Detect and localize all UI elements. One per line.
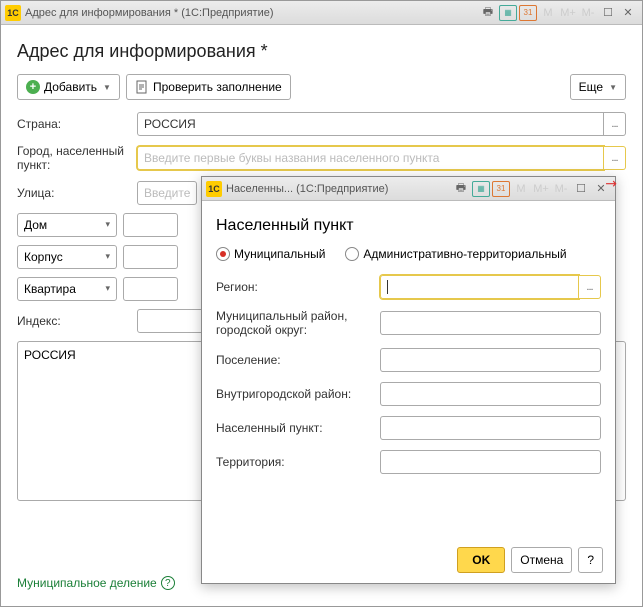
help-button[interactable]: ?: [578, 547, 603, 573]
dialog-titlebar: 1C Населенны... (1С:Предприятие) 🖶 ▦ 31 …: [202, 177, 615, 201]
check-button[interactable]: Проверить заполнение: [126, 74, 291, 100]
main-titlebar: 1C Адрес для информирования * (1С:Предпр…: [1, 1, 642, 25]
chevron-down-icon: ▼: [609, 83, 617, 92]
locality-label: Населенный пункт:: [216, 421, 374, 435]
city-label: Город, населенный пункт:: [17, 144, 129, 173]
m-minus-icon: M-: [579, 5, 597, 21]
more-button[interactable]: Еще ▼: [570, 74, 626, 100]
country-lookup-button[interactable]: ...: [604, 112, 626, 136]
close-icon[interactable]: ✕: [619, 5, 637, 21]
calendar-icon[interactable]: ▦: [472, 181, 490, 197]
maximize-icon[interactable]: ☐: [572, 181, 590, 197]
print-icon[interactable]: 🖶: [479, 5, 497, 21]
korpus-input[interactable]: [123, 245, 178, 269]
mun-district-input[interactable]: [380, 311, 601, 335]
calendar-icon[interactable]: ▦: [499, 5, 517, 21]
index-label: Индекс:: [17, 314, 129, 328]
locality-input[interactable]: [380, 416, 601, 440]
radio-icon: [345, 247, 359, 261]
window-title: Адрес для информирования * (1С:Предприят…: [25, 7, 274, 19]
calendar-31-icon[interactable]: 31: [492, 181, 510, 197]
region-input[interactable]: [380, 275, 579, 299]
street-input[interactable]: [137, 181, 197, 205]
country-label: Страна:: [17, 117, 129, 131]
maximize-icon[interactable]: ☐: [599, 5, 617, 21]
locality-dialog: ↘ 1C Населенны... (1С:Предприятие) 🖶 ▦ 3…: [201, 176, 616, 584]
house-input[interactable]: [123, 213, 178, 237]
add-button[interactable]: + Добавить ▼: [17, 74, 120, 100]
cancel-button[interactable]: Отмена: [511, 547, 572, 573]
plus-icon: +: [26, 80, 40, 94]
page-title: Адрес для информирования *: [17, 41, 626, 62]
index-input[interactable]: [137, 309, 207, 333]
document-check-icon: [135, 80, 149, 94]
m-plus-icon: M+: [532, 181, 550, 197]
radio-icon: [216, 247, 230, 261]
m-plus-icon: M+: [559, 5, 577, 21]
apartment-input[interactable]: [123, 277, 178, 301]
radio-adm-label: Административно-территориальный: [363, 247, 566, 261]
territory-label: Территория:: [216, 455, 374, 469]
territory-input[interactable]: [380, 450, 601, 474]
close-icon[interactable]: ✕: [592, 181, 610, 197]
municipal-link[interactable]: Муниципальное деление ?: [17, 576, 175, 590]
add-button-label: Добавить: [44, 80, 97, 94]
help-icon: ?: [161, 576, 175, 590]
app-icon: 1C: [5, 5, 21, 21]
radio-adm[interactable]: Административно-территориальный: [345, 247, 566, 261]
intracity-label: Внутригородской район:: [216, 387, 374, 401]
region-lookup-button[interactable]: ...: [579, 275, 601, 299]
toolbar: + Добавить ▼ Проверить заполнение Еще ▼: [17, 74, 626, 100]
region-label: Регион:: [216, 280, 374, 294]
municipal-link-label: Муниципальное деление: [17, 576, 157, 590]
m-icon: M: [539, 5, 557, 21]
main-window: 1C Адрес для информирования * (1С:Предпр…: [0, 0, 643, 607]
app-icon: 1C: [206, 181, 222, 197]
korpus-type-select[interactable]: Корпус: [17, 245, 117, 269]
print-icon[interactable]: 🖶: [452, 181, 470, 197]
city-input[interactable]: [137, 146, 604, 170]
m-minus-icon: M-: [552, 181, 570, 197]
more-button-label: Еще: [579, 80, 603, 94]
country-input[interactable]: [137, 112, 604, 136]
dialog-window-title: Населенны... (1С:Предприятие): [226, 183, 388, 195]
dialog-title: Населенный пункт: [216, 217, 601, 235]
chevron-down-icon: ▼: [103, 83, 111, 92]
street-label: Улица:: [17, 186, 129, 200]
m-icon: M: [512, 181, 530, 197]
radio-municipal[interactable]: Муниципальный: [216, 247, 325, 261]
apartment-type-select[interactable]: Квартира: [17, 277, 117, 301]
intracity-input[interactable]: [380, 382, 601, 406]
calendar-31-icon[interactable]: 31: [519, 5, 537, 21]
radio-municipal-label: Муниципальный: [234, 247, 325, 261]
mun-district-label: Муниципальный район, городской округ:: [216, 309, 374, 338]
check-button-label: Проверить заполнение: [153, 80, 282, 94]
ok-button[interactable]: OK: [457, 547, 505, 573]
settlement-label: Поселение:: [216, 353, 374, 367]
city-lookup-button[interactable]: ...: [604, 146, 626, 170]
house-type-select[interactable]: Дом: [17, 213, 117, 237]
settlement-input[interactable]: [380, 348, 601, 372]
